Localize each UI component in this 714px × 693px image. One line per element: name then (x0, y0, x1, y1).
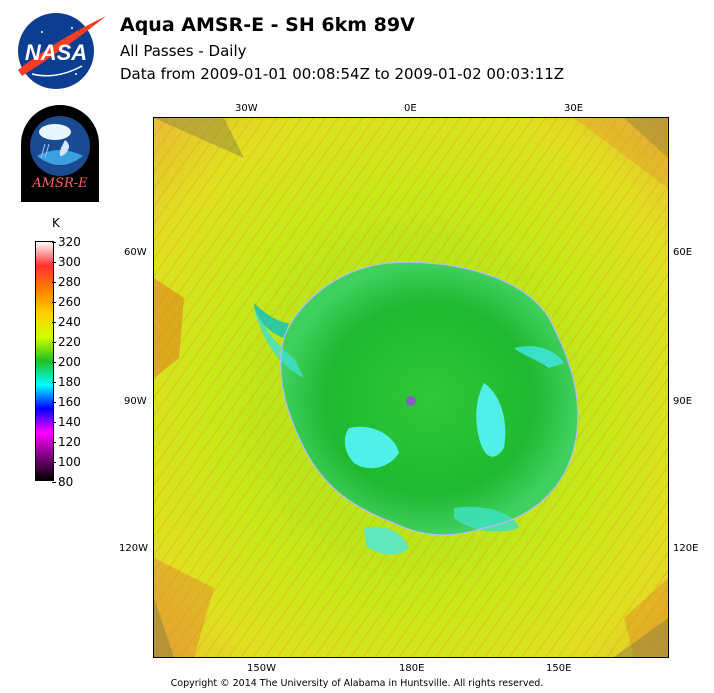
colorbar-tick: 100 (52, 455, 81, 469)
amsr-e-logo-text: AMSR-E (31, 176, 88, 191)
brightness-temperature-map (154, 118, 668, 657)
colorbar-tick: 320 (52, 235, 81, 249)
date-range: Data from 2009-01-01 00:08:54Z to 2009-0… (120, 65, 565, 83)
top-tick-label: 30W (235, 103, 258, 114)
top-tick-label: 0E (404, 103, 417, 114)
colorbar-tick: 180 (52, 375, 81, 389)
nasa-logo: NASA (18, 13, 106, 89)
right-tick-label: 90E (673, 396, 693, 407)
map-image (153, 117, 669, 658)
bottom-tick-label: 180E (399, 663, 425, 674)
left-tick-label: 120W (119, 543, 148, 554)
map-title: Aqua AMSR-E - SH 6km 89V (120, 14, 415, 36)
right-tick-label: 60E (673, 247, 693, 258)
right-tick-label: 120E (673, 543, 699, 554)
colorbar-tick: 260 (52, 295, 81, 309)
bottom-tick-label: 150E (546, 663, 572, 674)
colorbar-tick: 120 (52, 435, 81, 449)
colorbar-tick: 200 (52, 355, 81, 369)
left-tick-label: 90W (124, 396, 147, 407)
left-tick-label: 60W (124, 247, 147, 258)
copyright-notice: Copyright © 2014 The University of Alaba… (170, 678, 544, 689)
bottom-tick-label: 150W (247, 663, 276, 674)
colorbar-tick: 140 (52, 415, 81, 429)
colorbar-tick: 220 (52, 335, 81, 349)
amsr-e-logo: AMSR-E (21, 105, 99, 202)
colorbar-tick: 300 (52, 255, 81, 269)
colorbar-tick: 240 (52, 315, 81, 329)
colorbar-tick: 80 (51, 475, 74, 489)
colorbar (35, 241, 54, 481)
colorbar-tick: 280 (52, 275, 81, 289)
map-subtitle: All Passes - Daily (120, 42, 247, 60)
top-tick-label: 30E (564, 103, 584, 114)
nasa-logo-text: NASA (25, 40, 87, 65)
colorbar-unit: K (52, 216, 60, 230)
colorbar-tick: 160 (52, 395, 81, 409)
